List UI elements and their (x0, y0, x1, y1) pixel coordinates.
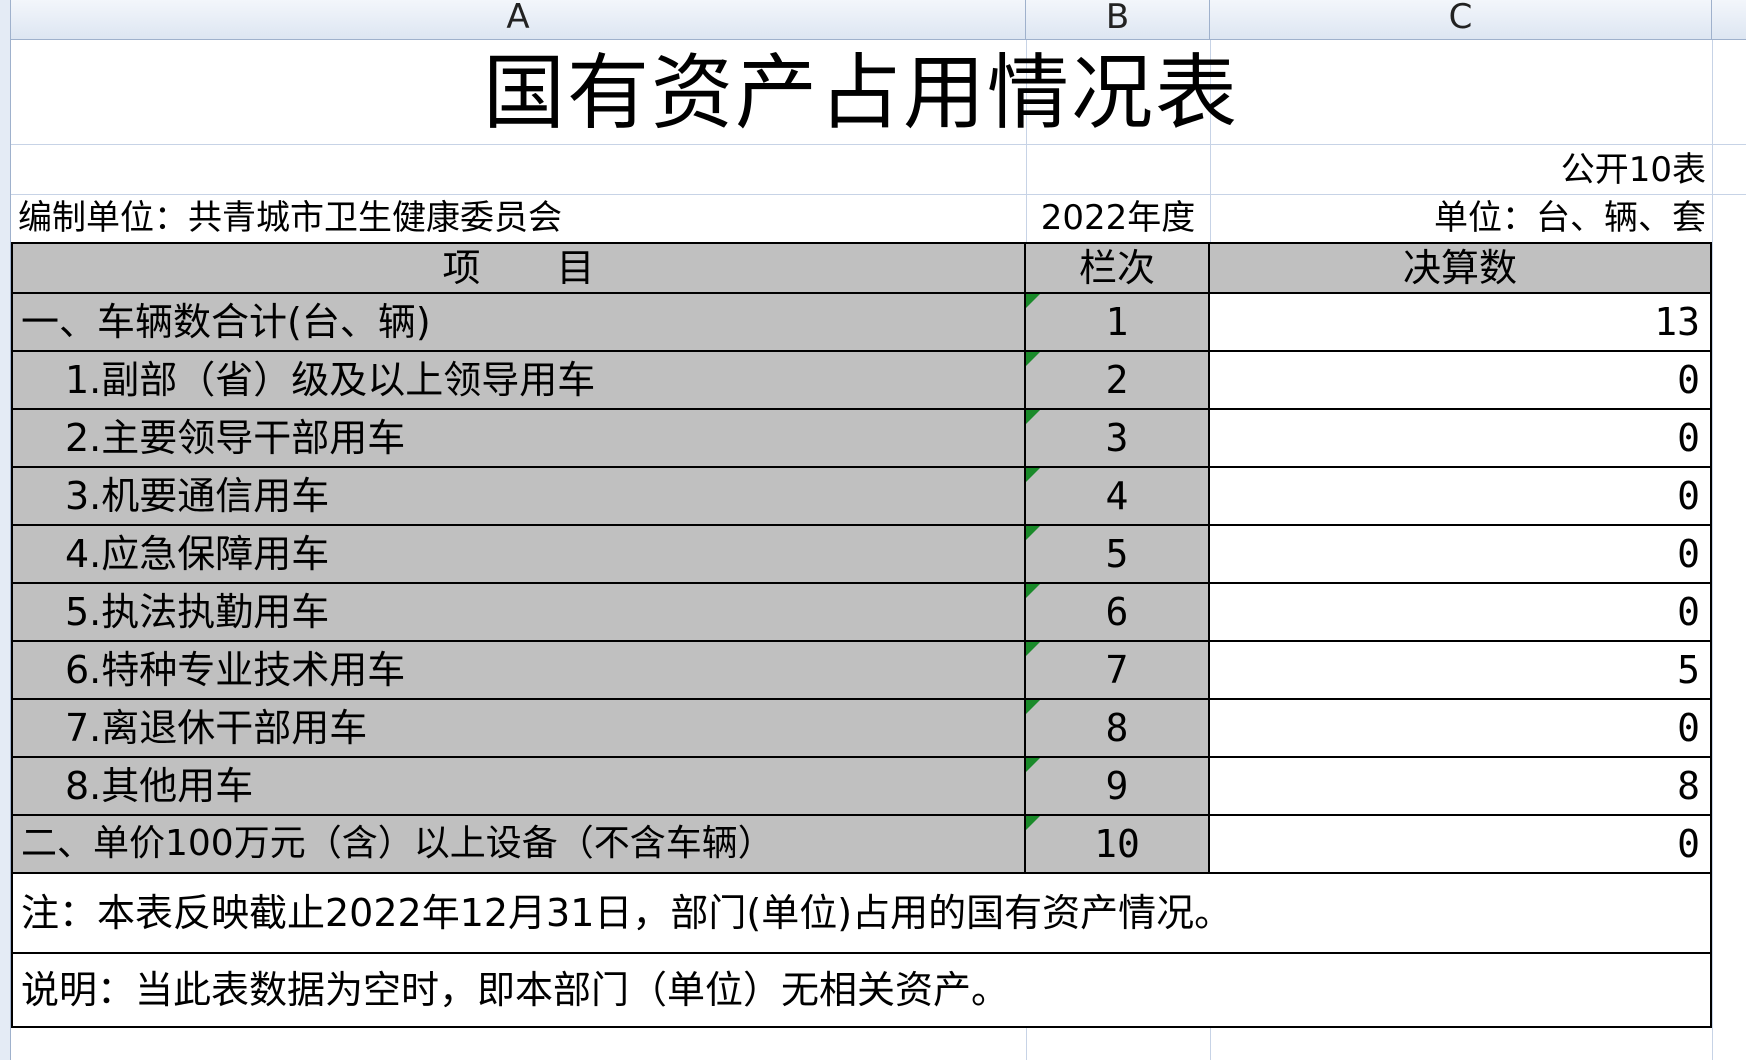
sheet-title[interactable]: 国有资产占用情况表 (11, 44, 1711, 144)
seq-text: 6 (1105, 590, 1129, 634)
gridline (1026, 1028, 1027, 1060)
explanation-cell[interactable]: 说明：当此表数据为空时，即本部门（单位）无相关资产。 (13, 954, 1712, 1028)
table-row-item[interactable]: 二、单价100万元（含）以上设备（不含车辆） (13, 816, 1026, 874)
table-row-item[interactable]: 1.副部（省）级及以上领导用车 (13, 352, 1026, 410)
table-row-seq[interactable]: 3 (1026, 410, 1210, 468)
column-header-b[interactable]: B (1026, 0, 1210, 40)
table-row-value[interactable]: 5 (1210, 642, 1712, 700)
comment-marker-icon (1026, 294, 1040, 308)
table-row-item[interactable]: 5.执法执勤用车 (13, 584, 1026, 642)
seq-text: 5 (1105, 532, 1129, 576)
year-cell[interactable]: 2022年度 (1026, 198, 1210, 238)
seq-text: 3 (1105, 416, 1129, 460)
seq-text: 7 (1105, 648, 1129, 692)
table-row-seq[interactable]: 6 (1026, 584, 1210, 642)
table-row-value[interactable]: 0 (1210, 526, 1712, 584)
table-row-seq[interactable]: 2 (1026, 352, 1210, 410)
seq-text: 1 (1105, 300, 1129, 344)
note-cell[interactable]: 注：本表反映截止2022年12月31日，部门(单位)占用的国有资产情况。 (13, 874, 1712, 954)
table-row-value[interactable]: 0 (1210, 584, 1712, 642)
table-row-value[interactable]: 0 (1210, 468, 1712, 526)
comment-marker-icon (1026, 642, 1040, 656)
header-item[interactable]: 项 目 (13, 244, 1026, 294)
table-row-value[interactable]: 0 (1210, 410, 1712, 468)
comment-marker-icon (1026, 584, 1040, 598)
gridline (11, 194, 1746, 195)
gridline (1210, 1028, 1211, 1060)
table-row-item[interactable]: 4.应急保障用车 (13, 526, 1026, 584)
seq-text: 9 (1105, 764, 1129, 808)
seq-text: 4 (1105, 474, 1129, 518)
form-id-cell[interactable]: 公开10表 (1210, 150, 1706, 190)
table-row-seq[interactable]: 1 (1026, 294, 1210, 352)
comment-marker-icon (1026, 758, 1040, 772)
comment-marker-icon (1026, 468, 1040, 482)
gridline (1712, 40, 1713, 1060)
table-row-seq[interactable]: 7 (1026, 642, 1210, 700)
table-row-value[interactable]: 0 (1210, 700, 1712, 758)
table-row-seq[interactable]: 4 (1026, 468, 1210, 526)
unit-cell[interactable]: 单位：台、辆、套 (1210, 198, 1706, 238)
comment-marker-icon (1026, 816, 1040, 830)
comment-marker-icon (1026, 526, 1040, 540)
table-row-seq[interactable]: 10 (1026, 816, 1210, 874)
table-row-item[interactable]: 8.其他用车 (13, 758, 1026, 816)
table-row-item[interactable]: 2.主要领导干部用车 (13, 410, 1026, 468)
table-row-item[interactable]: 一、车辆数合计(台、辆) (13, 294, 1026, 352)
seq-text: 2 (1105, 358, 1129, 402)
header-seq[interactable]: 栏次 (1026, 244, 1210, 294)
column-header-next[interactable] (1712, 0, 1746, 40)
header-value[interactable]: 决算数 (1210, 244, 1712, 294)
compiler-cell[interactable]: 编制单位：共青城市卫生健康委员会 (18, 198, 1018, 238)
table-row-seq[interactable]: 5 (1026, 526, 1210, 584)
table-row-item[interactable]: 3.机要通信用车 (13, 468, 1026, 526)
column-header-a[interactable]: A (11, 0, 1026, 40)
table-row-seq[interactable]: 9 (1026, 758, 1210, 816)
table-row-item[interactable]: 7.离退休干部用车 (13, 700, 1026, 758)
table-row-seq[interactable]: 8 (1026, 700, 1210, 758)
comment-marker-icon (1026, 352, 1040, 366)
column-header-c[interactable]: C (1210, 0, 1712, 40)
row-header-strip[interactable] (0, 0, 11, 1060)
comment-marker-icon (1026, 410, 1040, 424)
gridline (11, 144, 1746, 145)
table-row-value[interactable]: 8 (1210, 758, 1712, 816)
table-row-value[interactable]: 0 (1210, 816, 1712, 874)
table-row-value[interactable]: 13 (1210, 294, 1712, 352)
table-row-value[interactable]: 0 (1210, 352, 1712, 410)
table-row-item[interactable]: 6.特种专业技术用车 (13, 642, 1026, 700)
comment-marker-icon (1026, 700, 1040, 714)
seq-text: 10 (1094, 822, 1140, 866)
seq-text: 8 (1105, 706, 1129, 750)
